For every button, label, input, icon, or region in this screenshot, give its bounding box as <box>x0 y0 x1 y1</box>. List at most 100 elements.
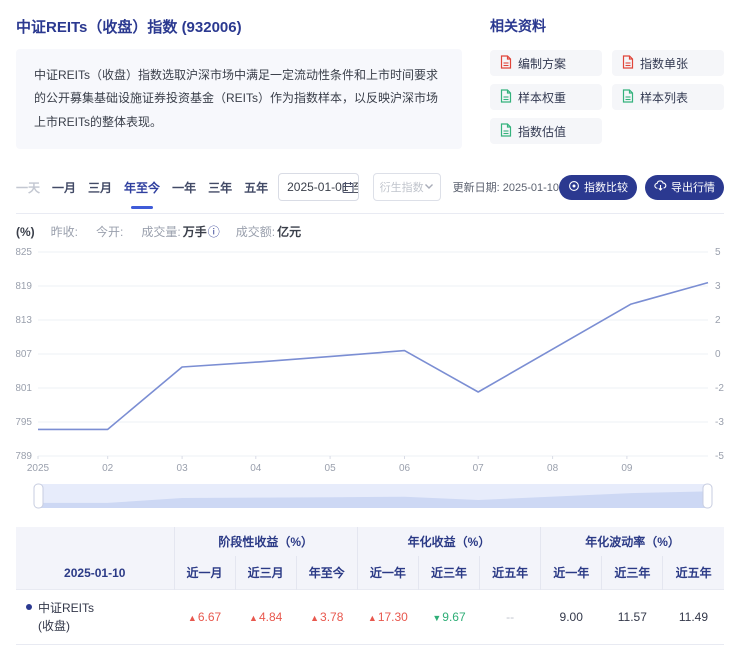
value-cell: ▲4.84 <box>235 590 296 645</box>
stat-item: 成交量:万手ⓘ <box>141 223 219 240</box>
svg-text:2025: 2025 <box>27 463 50 474</box>
range-tab[interactable]: 一年 <box>172 179 196 196</box>
excel-file-icon <box>622 89 634 106</box>
group-header: 阶段性收益（%） <box>174 527 357 556</box>
range-tabs: 一天一月三月年至今一年三年五年 <box>16 179 268 196</box>
value-cell: ▲6.67 <box>174 590 235 645</box>
slider-left-handle[interactable] <box>34 484 43 508</box>
related-link-excel[interactable]: 样本权重 <box>490 84 602 110</box>
index-detail-page: 中证REITs（收盘）指数 (932006) 中证REITs（收盘）指数选取沪深… <box>0 0 740 645</box>
percent-unit-label: (%) <box>16 225 35 239</box>
derived-index-select[interactable]: 衍生指数 <box>373 173 441 201</box>
svg-text:807: 807 <box>16 349 32 360</box>
value-cell: -- <box>480 590 541 645</box>
excel-file-icon <box>500 89 512 106</box>
related-link-excel[interactable]: 样本列表 <box>612 84 724 110</box>
related-link-excel[interactable]: 指数估值 <box>490 118 602 144</box>
pdf-file-icon <box>622 55 634 72</box>
svg-text:795: 795 <box>16 417 32 428</box>
svg-text:819: 819 <box>16 281 32 292</box>
legend-dot <box>26 604 32 610</box>
column-header: 近三月 <box>235 556 296 590</box>
chart-toolbar: 一天一月三月年至今一年三年五年 2025-01-01 至 2025-0 衍生指数… <box>16 173 724 214</box>
performance-table: 阶段性收益（%）年化收益（%）年化波动率（%）2025-01-10近一月近三月年… <box>16 527 724 645</box>
table-row: 中证REITs(收盘)▲6.67▲4.84▲3.78▲17.30▼9.67--9… <box>16 590 724 645</box>
value-cell: 9.00 <box>541 590 602 645</box>
related-link-pdf[interactable]: 指数单张 <box>612 50 724 76</box>
calendar-icon <box>342 181 354 197</box>
date-range-input[interactable]: 2025-01-01 至 2025-0 <box>278 173 359 201</box>
date-range-start: 2025-01-01 <box>287 180 348 194</box>
range-tab[interactable]: 年至今 <box>124 179 160 196</box>
index-description: 中证REITs（收盘）指数选取沪深市场中满足一定流动性条件和上市时间要求的公开募… <box>34 68 438 129</box>
page-title: 中证REITs（收盘）指数 (932006) <box>16 16 462 37</box>
related-materials-title: 相关资料 <box>490 16 724 36</box>
group-header: 年化波动率（%） <box>541 527 724 556</box>
slider-right-handle[interactable] <box>703 484 712 508</box>
svg-text:03: 03 <box>177 463 189 474</box>
column-header: 近一年 <box>541 556 602 590</box>
update-date-label: 更新日期: 2025-01-10 <box>453 179 559 195</box>
column-header: 近一月 <box>174 556 235 590</box>
column-header: 2025-01-10 <box>16 556 174 590</box>
table-column-header-row: 2025-01-10近一月近三月年至今近一年近三年近五年近一年近三年近五年 <box>16 556 724 590</box>
chevron-down-icon <box>424 181 434 193</box>
price-chart[interactable]: 825 5 819 3 813 2 807 0 801 -2 795 -3 789 -5 2025 02 03 0… <box>16 244 724 481</box>
group-header: 年化收益（%） <box>357 527 540 556</box>
value-cell: ▲3.78 <box>296 590 357 645</box>
related-link-pdf[interactable]: 编制方案 <box>490 50 602 76</box>
chart-range-slider[interactable] <box>16 483 724 514</box>
svg-text:06: 06 <box>399 463 411 474</box>
column-header: 近五年 <box>663 556 724 590</box>
performance-table-body: 中证REITs(收盘)▲6.67▲4.84▲3.78▲17.30▼9.67--9… <box>16 590 724 645</box>
stat-item: 昨收: <box>51 223 80 240</box>
range-tab[interactable]: 一月 <box>52 179 76 196</box>
column-header: 近三年 <box>418 556 479 590</box>
value-cell: 11.49 <box>663 590 724 645</box>
stat-item: 今开: <box>96 223 125 240</box>
svg-text:-2: -2 <box>715 383 724 394</box>
range-tab[interactable]: 三年 <box>208 179 232 196</box>
performance-table-head: 阶段性收益（%）年化收益（%）年化波动率（%）2025-01-10近一月近三月年… <box>16 527 724 590</box>
svg-text:825: 825 <box>16 247 32 258</box>
svg-text:-3: -3 <box>715 417 724 428</box>
svg-text:5: 5 <box>715 247 721 258</box>
value-cell: ▲17.30 <box>357 590 418 645</box>
compare-target-icon <box>568 180 580 195</box>
column-header: 近三年 <box>602 556 663 590</box>
column-header: 年至今 <box>296 556 357 590</box>
index-description-box: 中证REITs（收盘）指数选取沪深市场中满足一定流动性条件和上市时间要求的公开募… <box>16 49 462 149</box>
svg-text:07: 07 <box>473 463 485 474</box>
value-cell: ▼9.67 <box>418 590 479 645</box>
svg-text:02: 02 <box>102 463 114 474</box>
group-header-empty <box>16 527 174 556</box>
series-line <box>38 283 708 430</box>
index-name-cell: 中证REITs(收盘) <box>16 590 174 645</box>
export-quotes-button[interactable]: 导出行情 <box>645 175 724 200</box>
table-group-header-row: 阶段性收益（%）年化收益（%）年化波动率（%） <box>16 527 724 556</box>
range-slider-svg[interactable] <box>16 483 724 509</box>
pdf-file-icon <box>500 55 512 72</box>
svg-text:05: 05 <box>325 463 337 474</box>
svg-text:04: 04 <box>250 463 262 474</box>
stats-bar: (%) 昨收: 今开: 成交量:万手ⓘ 成交额:亿元 <box>16 223 724 240</box>
cloud-download-icon <box>654 180 667 194</box>
compare-index-button[interactable]: 指数比较 <box>559 175 637 200</box>
stat-item: 成交额:亿元 <box>236 223 301 240</box>
excel-file-icon <box>500 123 512 140</box>
svg-text:813: 813 <box>16 315 32 326</box>
svg-text:0: 0 <box>715 349 721 360</box>
column-header: 近五年 <box>480 556 541 590</box>
svg-text:-5: -5 <box>715 451 724 462</box>
header-section: 中证REITs（收盘）指数 (932006) 中证REITs（收盘）指数选取沪深… <box>16 14 724 149</box>
svg-text:09: 09 <box>621 463 633 474</box>
svg-text:08: 08 <box>547 463 559 474</box>
svg-text:3: 3 <box>715 281 721 292</box>
svg-text:801: 801 <box>16 383 32 394</box>
info-icon[interactable]: ⓘ <box>208 225 220 239</box>
range-tab[interactable]: 三月 <box>88 179 112 196</box>
svg-text:789: 789 <box>16 451 32 462</box>
value-cell: 11.57 <box>602 590 663 645</box>
svg-text:2: 2 <box>715 315 721 326</box>
range-tab[interactable]: 五年 <box>244 179 268 196</box>
